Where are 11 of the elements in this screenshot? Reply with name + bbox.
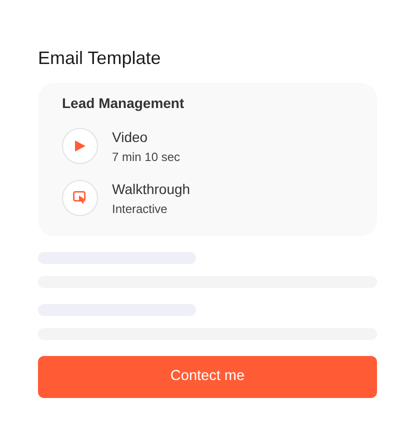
pointer-icon (72, 191, 88, 205)
item-title: Video (112, 128, 149, 146)
item-subtitle: 7 min 10 sec (112, 148, 180, 164)
icon-circle[interactable] (62, 180, 98, 216)
item-title: Walkthrough (112, 180, 190, 198)
icon-circle[interactable] (62, 128, 98, 164)
card-heading: Lead Management (62, 94, 186, 112)
item-subtitle: Interactive (112, 200, 168, 216)
contact-button[interactable]: Contect me (38, 356, 377, 398)
page-title: Email Template (38, 47, 162, 70)
play-icon (74, 140, 86, 152)
